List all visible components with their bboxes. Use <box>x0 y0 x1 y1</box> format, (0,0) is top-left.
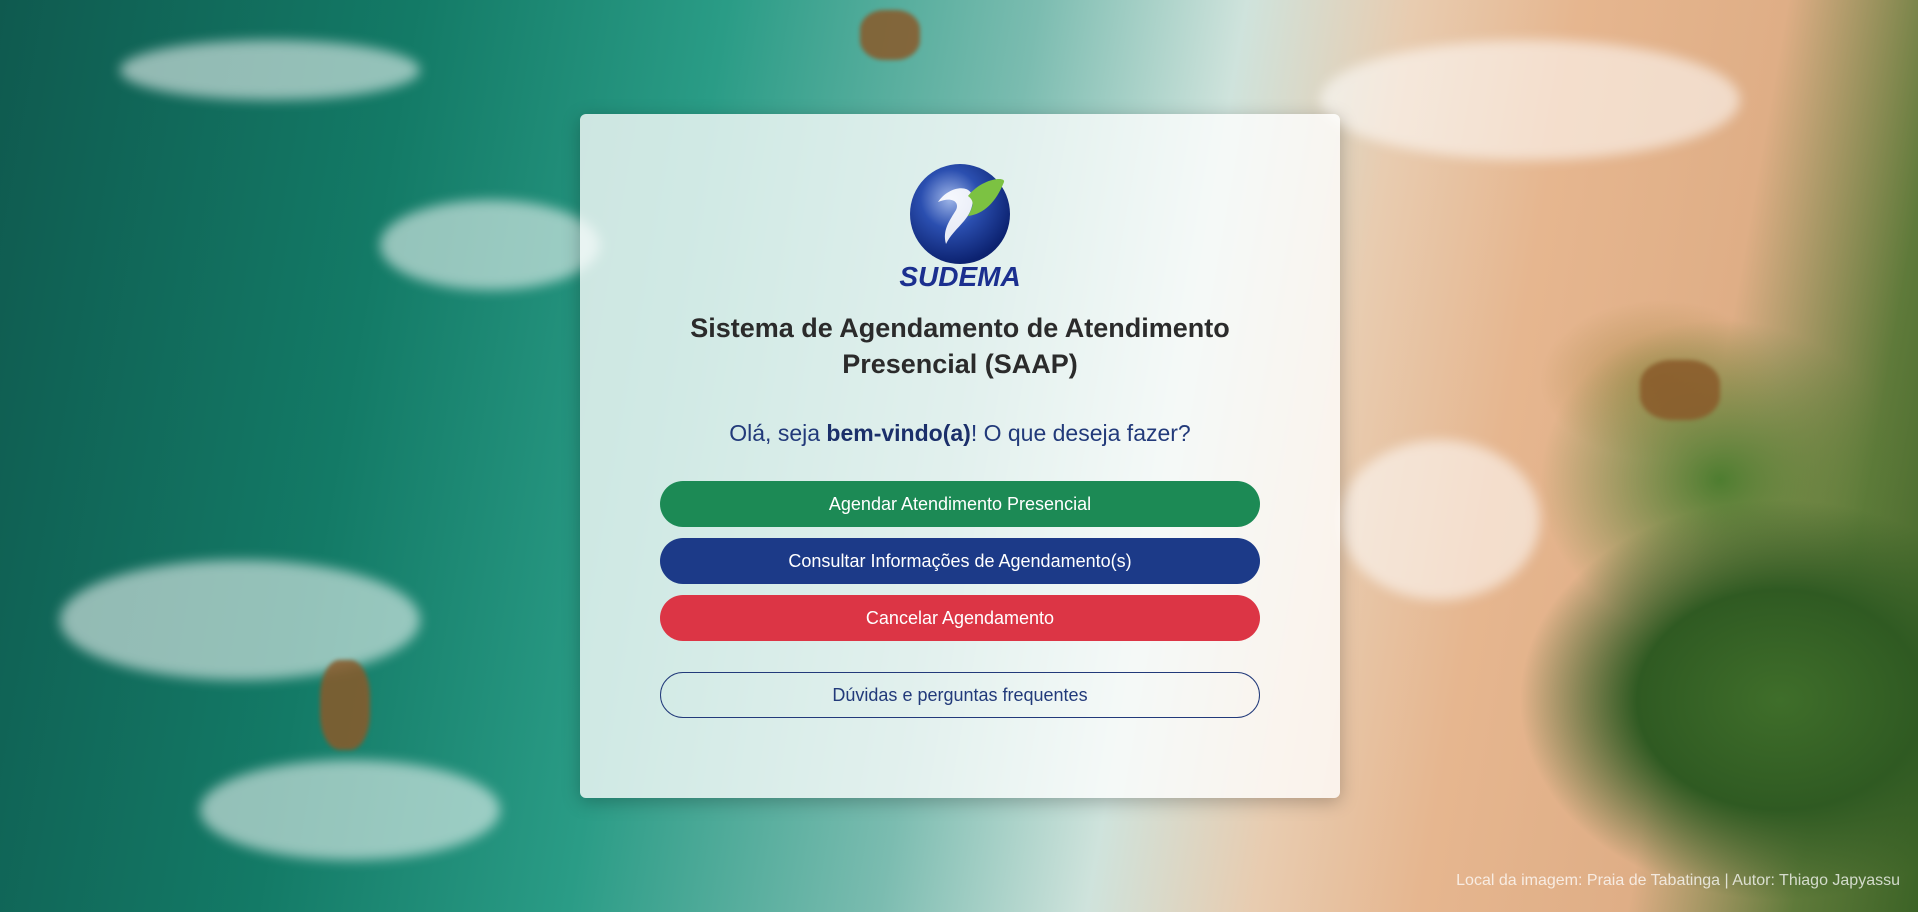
main-card: SUDEMA Sistema de Agendamento de Atendim… <box>580 114 1340 798</box>
foam-decoration <box>1320 40 1740 160</box>
foam-decoration <box>120 40 420 100</box>
welcome-suffix: ! O que deseja fazer? <box>970 420 1191 446</box>
rock-decoration <box>1640 360 1720 420</box>
page-title: Sistema de Agendamento de Atendimento Pr… <box>690 313 1230 379</box>
logo-text: SUDEMA <box>899 261 1020 292</box>
rock-decoration <box>860 10 920 60</box>
faq-button[interactable]: Dúvidas e perguntas frequentes <box>660 672 1260 718</box>
foam-decoration <box>380 200 600 290</box>
welcome-prefix: Olá, seja <box>729 420 827 446</box>
consult-appointments-button[interactable]: Consultar Informações de Agendamento(s) <box>660 538 1260 584</box>
rock-decoration <box>320 660 370 750</box>
sudema-logo-icon: SUDEMA <box>899 164 1021 292</box>
cancel-appointment-button[interactable]: Cancelar Agendamento <box>660 595 1260 641</box>
foam-decoration <box>60 560 420 680</box>
foam-decoration <box>1340 440 1540 600</box>
schedule-appointment-button[interactable]: Agendar Atendimento Presencial <box>660 481 1260 527</box>
welcome-emphasis: bem-vindo(a) <box>826 420 971 446</box>
foam-decoration <box>200 760 500 860</box>
welcome-message: Olá, seja bem-vindo(a)! O que deseja faz… <box>640 418 1280 448</box>
image-credit: Local da imagem: Praia de Tabatinga | Au… <box>1456 872 1900 889</box>
